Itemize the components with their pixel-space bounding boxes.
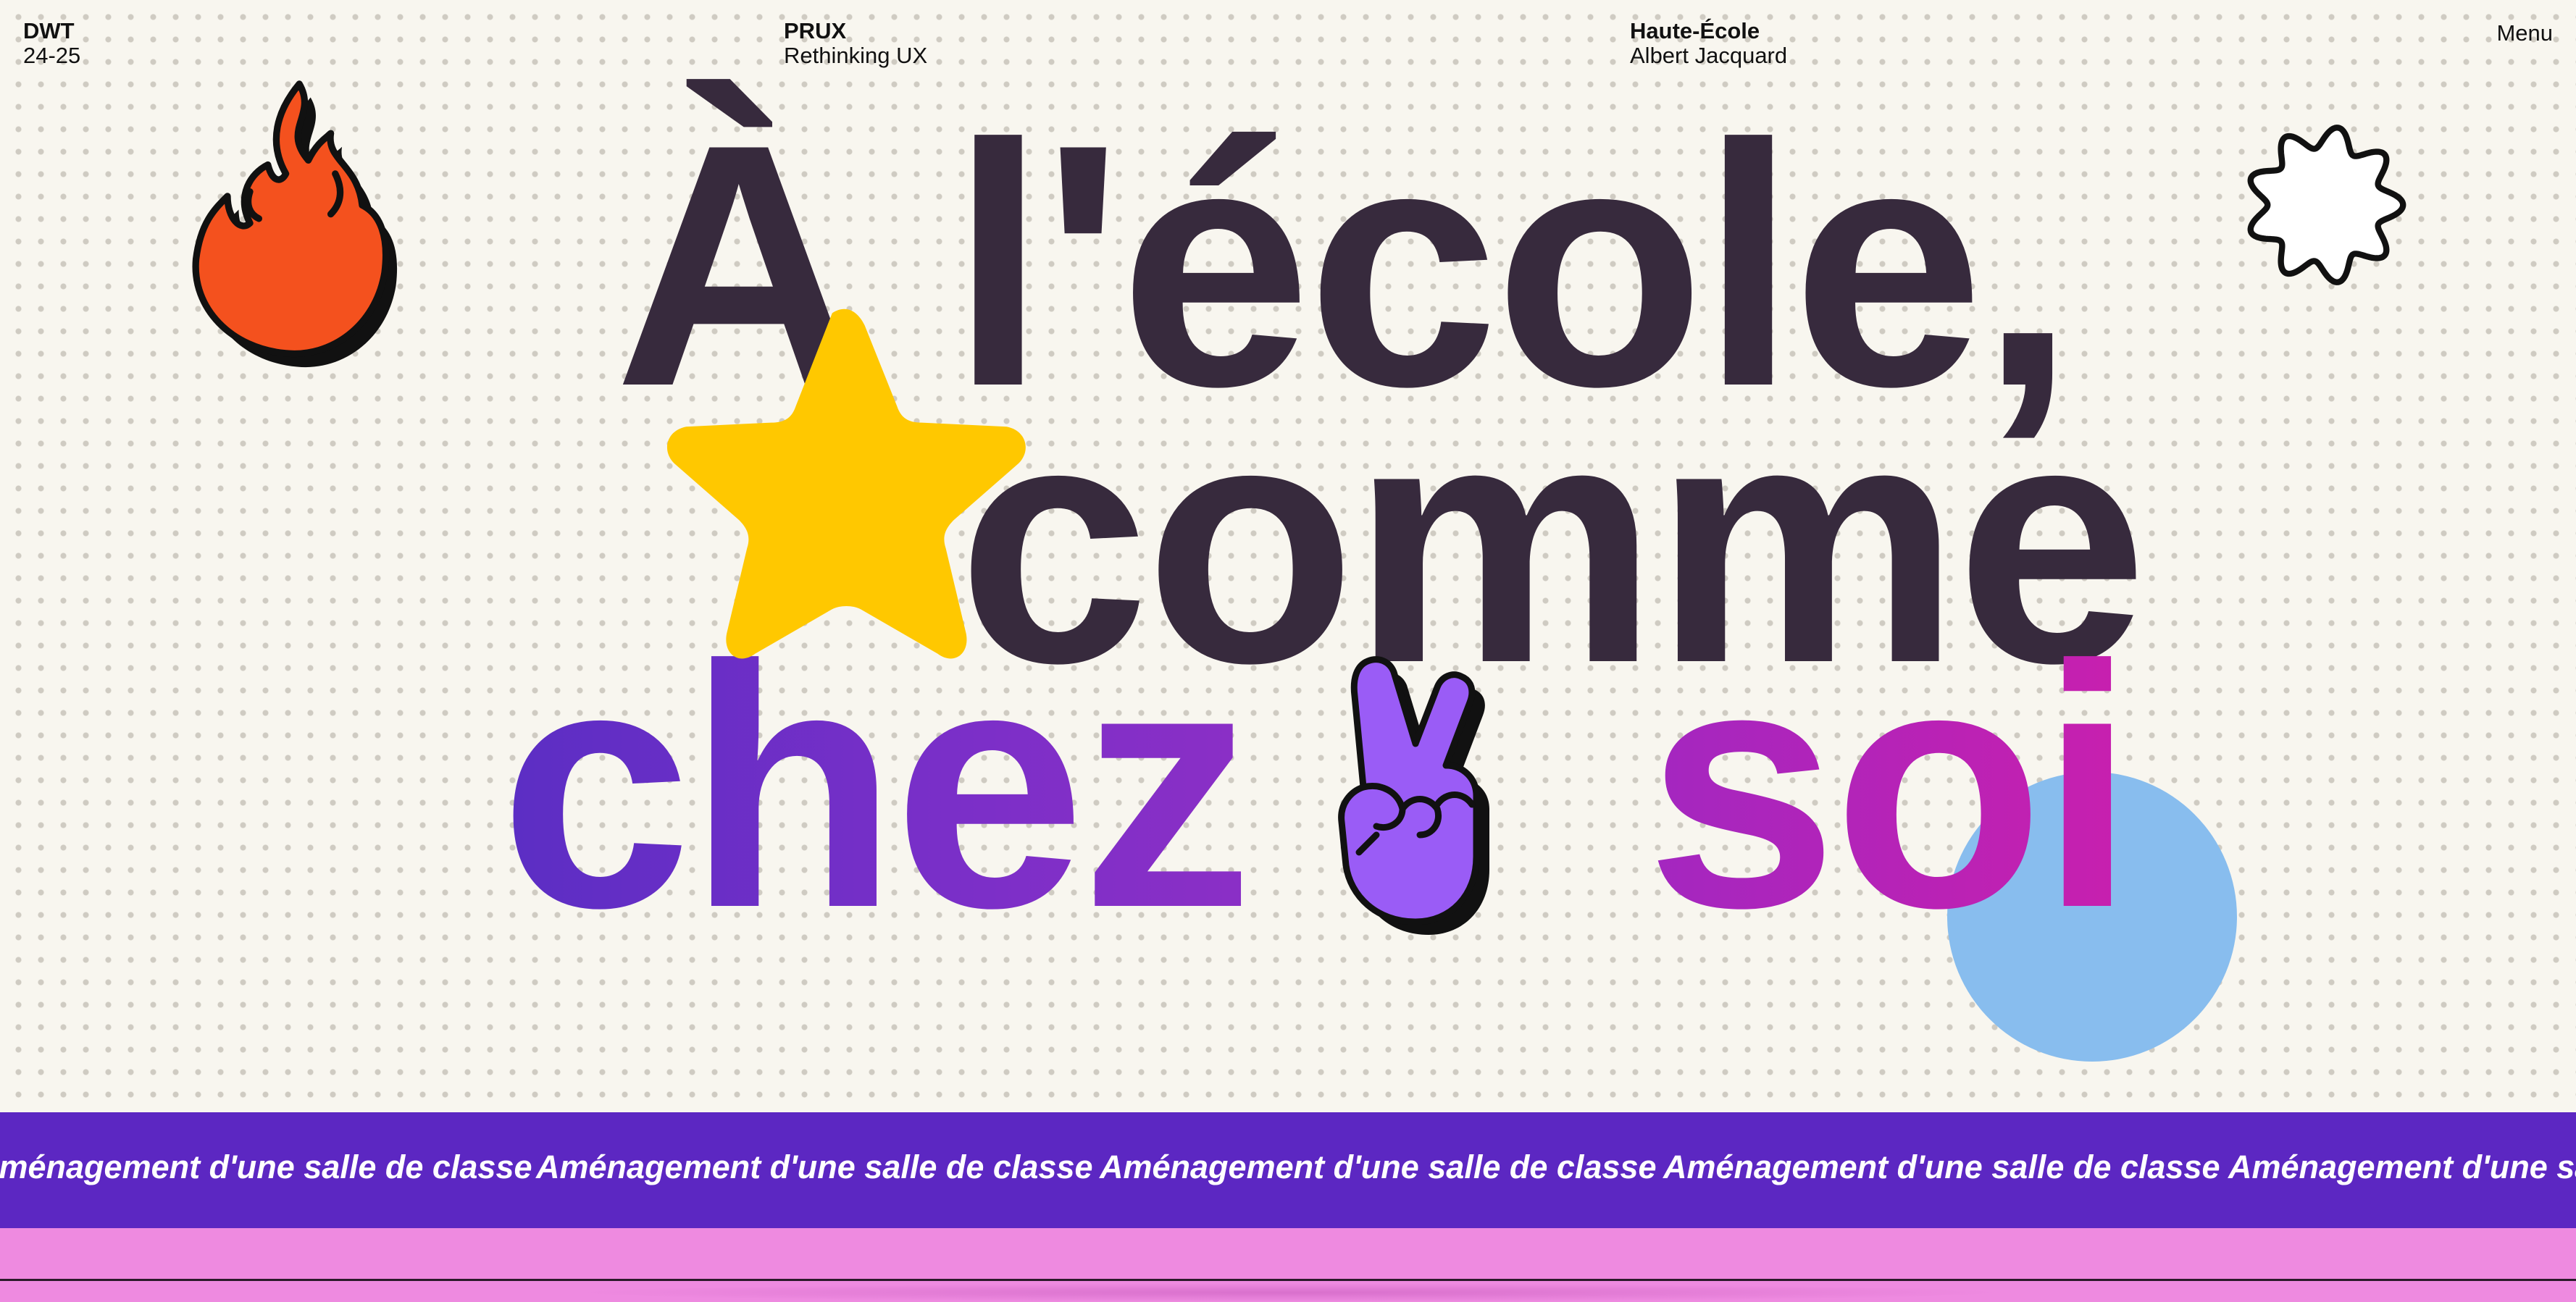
marquee-item: Aménagement d'une salle de classe — [2228, 1148, 2576, 1185]
marquee-item: Aménagement d'une salle de classe — [0, 1148, 532, 1185]
marquee-banner: Aménagement d'une salle de classe Aménag… — [0, 1112, 2576, 1228]
hero-line-3-soi: soi — [1646, 594, 2136, 979]
pink-shadow — [565, 1283, 2014, 1302]
header-col-dwt-title: DWT — [23, 18, 75, 43]
marquee-item: Aménagement d'une salle de classe — [536, 1148, 1093, 1185]
header-col-prux-subtitle: Rethinking UX — [784, 43, 928, 68]
divider-line — [0, 1279, 2576, 1281]
header-col-school-subtitle: Albert Jacquard — [1630, 43, 1788, 68]
header-col-school-title: Haute-École — [1630, 18, 1760, 43]
flower-outline-icon — [2247, 125, 2406, 285]
star-icon — [666, 308, 1026, 659]
flame-icon — [192, 80, 398, 368]
menu-button[interactable]: Menu — [2496, 20, 2553, 46]
peace-hand-icon — [1338, 656, 1489, 935]
header-col-dwt: DWT 24-25 — [23, 19, 80, 68]
header-col-school: Haute-École Albert Jacquard — [1630, 19, 1787, 68]
marquee-item: Aménagement d'une salle de classe — [1663, 1148, 2220, 1185]
header-col-prux: PRUX Rethinking UX — [784, 19, 927, 68]
marquee-item: Aménagement d'une salle de classe — [1100, 1148, 1657, 1185]
header-col-prux-title: PRUX — [784, 18, 847, 43]
header-col-dwt-subtitle: 24-25 — [23, 43, 81, 68]
